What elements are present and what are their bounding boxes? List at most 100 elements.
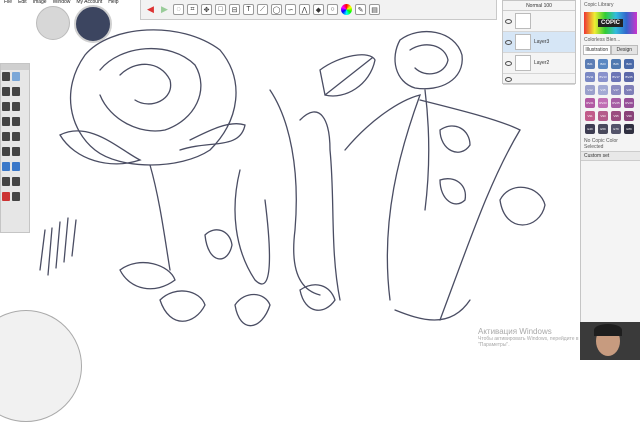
opacity-value: 100 [543, 2, 552, 9]
layer-thumbnail [515, 13, 531, 29]
copic-swatch[interactable]: V15 [598, 85, 608, 95]
hair [594, 324, 622, 336]
eye-icon[interactable] [505, 60, 512, 66]
brush-item[interactable] [2, 147, 10, 156]
menu-help[interactable]: Help [108, 0, 118, 5]
copic-swatch[interactable]: V99 [624, 111, 634, 121]
brush-item[interactable] [12, 132, 20, 141]
watermark-title: Активация Windows [478, 327, 552, 336]
copic-library-panel: Copic Library COPIC Colorless Blen... Il… [580, 0, 640, 360]
brush-item[interactable] [2, 162, 10, 171]
layer-row[interactable]: Layer2 [503, 53, 575, 74]
rose-sketch [39, 29, 546, 327]
copic-swatch[interactable]: B26 [611, 59, 621, 69]
perspective-icon[interactable]: ⋀ [299, 4, 310, 15]
copic-swatch[interactable]: E59 [598, 124, 608, 134]
copic-swatch[interactable]: V91 [585, 111, 595, 121]
layer-thumbnail [515, 34, 531, 50]
copic-swatch[interactable]: E89 [624, 124, 634, 134]
copic-swatch[interactable]: B23 [598, 59, 608, 69]
symmetry-icon[interactable]: ⊟ [229, 4, 240, 15]
copic-swatch[interactable]: V25 [624, 85, 634, 95]
menu-edit[interactable]: Edit [18, 0, 27, 5]
menu-image[interactable]: Image [33, 0, 47, 5]
ruler-icon[interactable]: ⟋ [257, 4, 268, 15]
brush-item[interactable] [2, 132, 10, 141]
brush-item[interactable] [2, 102, 10, 111]
brush-item[interactable] [12, 162, 20, 171]
colorless-blender[interactable]: Colorless Blen... [581, 36, 640, 44]
copic-swatch[interactable]: BV11 [585, 72, 595, 82]
redo-icon[interactable]: ▶ [159, 4, 170, 15]
select-icon[interactable]: ○ [327, 4, 338, 15]
drawing-canvas[interactable] [0, 0, 580, 360]
brush-item[interactable] [2, 117, 10, 126]
brush-library [0, 63, 30, 233]
brush-item[interactable] [2, 72, 10, 81]
layer-row[interactable] [503, 74, 575, 85]
text-icon[interactable]: T [243, 4, 254, 15]
eye-icon[interactable] [505, 76, 512, 82]
eye-icon[interactable] [505, 39, 512, 45]
copic-swatch[interactable]: RV23 [598, 98, 608, 108]
brush-item[interactable] [12, 177, 20, 186]
brush-item[interactable] [12, 102, 20, 111]
copic-tabs: Illustration Design [583, 45, 638, 55]
windows-activation-watermark: Активация Windows Чтобы активировать Win… [478, 327, 596, 348]
brush-item[interactable] [12, 147, 20, 156]
ellipse-icon[interactable]: ◯ [271, 4, 282, 15]
layer-row[interactable] [503, 11, 575, 32]
brush-item[interactable] [2, 192, 10, 201]
brush-item[interactable] [12, 117, 20, 126]
brush-item[interactable] [12, 192, 20, 201]
layer-row-active[interactable]: Layer3 [503, 32, 575, 53]
copic-swatch-grid: B21 B23 B26 B29 BV11 BV13 BV17 BV25 V12 V15 V17 V25… [581, 56, 640, 137]
lasso-icon[interactable]: ◌ [173, 4, 184, 15]
brush-library-header[interactable] [1, 64, 29, 70]
move-icon[interactable]: ✥ [201, 4, 212, 15]
fill-icon[interactable]: ◆ [313, 4, 324, 15]
crop-icon[interactable]: ⌗ [187, 4, 198, 15]
blend-mode-value: Normal [526, 2, 543, 9]
brush-item[interactable] [2, 87, 10, 96]
copic-swatch[interactable]: B21 [585, 59, 595, 69]
brush-puck[interactable] [74, 5, 112, 43]
color-wheel-icon[interactable] [341, 4, 352, 15]
undo-icon[interactable]: ◀ [145, 4, 156, 15]
copic-logo-text: COPIC [597, 19, 623, 27]
eye-icon[interactable] [505, 18, 512, 24]
transform-icon[interactable]: □ [215, 4, 226, 15]
copic-swatch[interactable]: E49 [585, 124, 595, 134]
copic-title: Copic Library [584, 2, 614, 8]
tab-illustration[interactable]: Illustration [583, 45, 611, 55]
copic-swatch[interactable]: BV25 [624, 72, 634, 82]
copic-swatch[interactable]: BV17 [611, 72, 621, 82]
layer-name: Layer3 [534, 39, 550, 45]
copic-swatch[interactable]: RV21 [585, 98, 595, 108]
menu-file[interactable]: File [4, 0, 12, 5]
copic-swatch[interactable]: BV13 [598, 72, 608, 82]
layer-icon[interactable]: ▤ [369, 4, 380, 15]
color-puck[interactable] [36, 6, 70, 40]
brush-item[interactable] [2, 177, 10, 186]
blend-mode-select[interactable]: Normal 100 [503, 1, 575, 11]
brush-item[interactable] [12, 87, 20, 96]
brush-item-selected[interactable] [12, 72, 20, 81]
copic-swatch[interactable]: E79 [611, 124, 621, 134]
copic-status: No Copic Color Selected [584, 138, 618, 150]
copic-swatch[interactable]: V12 [585, 85, 595, 95]
copic-swatch[interactable]: V95 [611, 111, 621, 121]
copic-swatch[interactable]: V93 [598, 111, 608, 121]
copic-swatch[interactable]: B29 [624, 59, 634, 69]
copic-swatch[interactable]: RV29 [624, 98, 634, 108]
custom-set[interactable]: Custom set [581, 151, 640, 161]
webcam-overlay [580, 322, 640, 360]
copic-logo: COPIC [584, 12, 637, 34]
copic-swatch[interactable]: RV25 [611, 98, 621, 108]
french-curve-icon[interactable]: ∽ [285, 4, 296, 15]
copic-swatch[interactable]: V17 [611, 85, 621, 95]
menu-window[interactable]: Window [53, 0, 71, 5]
layer-name: Layer2 [534, 60, 550, 66]
brush-icon[interactable]: ✎ [355, 4, 366, 15]
tab-design[interactable]: Design [610, 45, 638, 55]
